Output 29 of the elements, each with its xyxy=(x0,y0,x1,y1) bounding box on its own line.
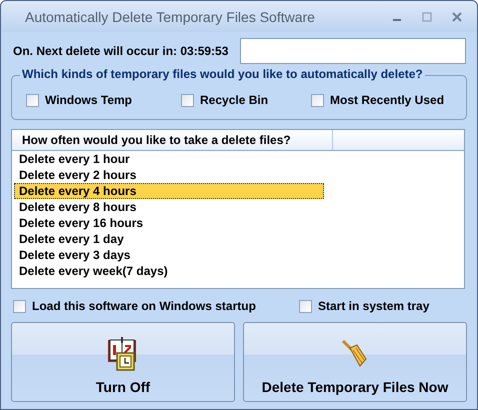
list-item[interactable]: Delete every 3 days xyxy=(14,247,324,263)
turn-off-button[interactable]: Turn Off xyxy=(11,322,235,402)
checkbox[interactable] xyxy=(299,300,312,312)
group-title: Which kinds of temporary files would you like to automatically delete? xyxy=(20,67,425,81)
list-item[interactable]: Delete every 4 hours xyxy=(14,183,324,199)
list-item[interactable]: Delete every 16 hours xyxy=(14,215,324,231)
delete-now-button[interactable]: Delete Temporary Files Now xyxy=(243,322,467,402)
checkbox[interactable] xyxy=(13,300,26,312)
checkbox[interactable] xyxy=(26,94,39,106)
checkbox[interactable] xyxy=(311,94,324,106)
list-item[interactable]: Delete every 1 day xyxy=(14,231,324,247)
close-icon xyxy=(452,12,462,22)
list-item[interactable]: Delete every 1 hour xyxy=(14,151,324,167)
list-item[interactable]: Delete every week(7 days) xyxy=(14,263,324,279)
window-title: Automatically Delete Temporary Files Software xyxy=(25,8,316,24)
checkbox-label[interactable]: Most Recently Used xyxy=(330,93,444,107)
status-text: On. Next delete will occur in: 03:59:53 xyxy=(12,44,230,58)
text-field[interactable] xyxy=(240,38,466,64)
minimize-icon xyxy=(393,19,401,21)
maximize-icon xyxy=(422,12,432,22)
checkbox-label[interactable]: Recycle Bin xyxy=(200,93,268,107)
checkbox[interactable] xyxy=(181,94,194,106)
list-item[interactable]: Delete every 8 hours xyxy=(14,199,324,215)
list-item[interactable]: Delete every 2 hours xyxy=(14,167,324,183)
checkbox-label[interactable]: Start in system tray xyxy=(318,299,430,313)
calendar-clock-icon xyxy=(107,337,139,371)
checkbox-label[interactable]: Windows Temp xyxy=(45,93,132,107)
checkbox-label[interactable]: Load this software on Windows startup xyxy=(32,299,256,313)
broom-icon xyxy=(341,340,369,368)
